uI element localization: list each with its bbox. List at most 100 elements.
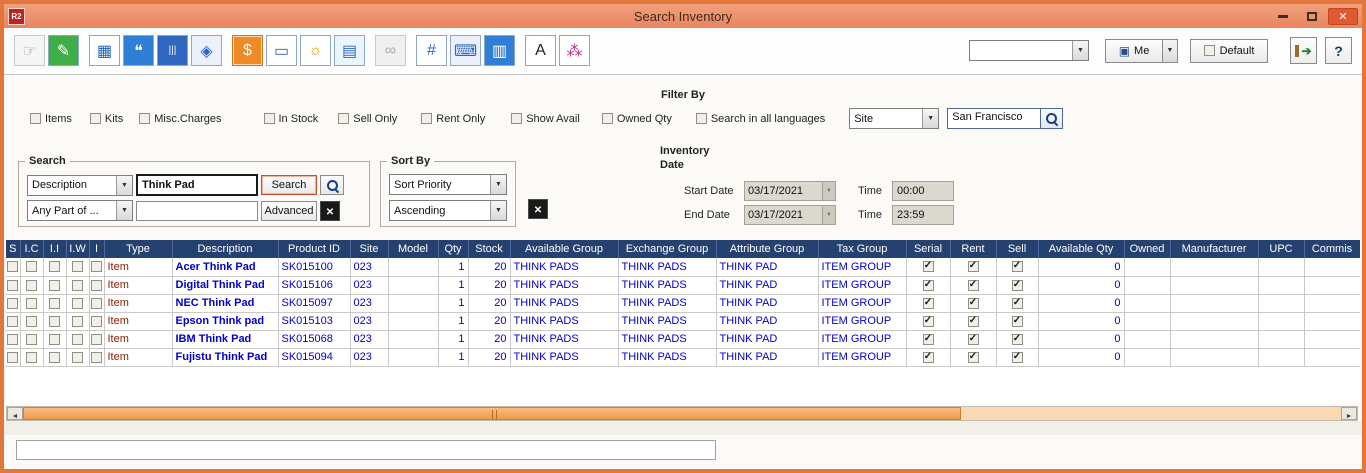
start-time-input[interactable]: 00:00	[892, 181, 954, 201]
chevron-down-icon[interactable]	[116, 201, 132, 220]
cell-commission[interactable]	[1304, 312, 1360, 330]
calendar-dropdown-icon[interactable]	[822, 206, 835, 224]
cell-upc[interactable]	[1258, 258, 1304, 276]
minimize-button[interactable]	[1270, 8, 1296, 25]
cell-manufacturer[interactable]	[1170, 276, 1258, 294]
column-header-ii[interactable]: I.I	[43, 240, 66, 258]
cell-manufacturer[interactable]	[1170, 330, 1258, 348]
column-header-rent[interactable]: Rent	[950, 240, 996, 258]
cell-type[interactable]: Item	[104, 276, 172, 294]
tags-toolbutton[interactable]: ◈	[191, 35, 222, 66]
ii-checkbox[interactable]	[49, 261, 60, 272]
cell-type[interactable]: Item	[104, 258, 172, 276]
cell-owned[interactable]	[1124, 330, 1170, 348]
cell-model[interactable]	[388, 276, 438, 294]
serial-checkbox[interactable]	[923, 334, 934, 345]
maximize-button[interactable]	[1299, 8, 1325, 25]
column-header-i[interactable]: I	[89, 240, 104, 258]
bottom-text-input[interactable]	[16, 440, 716, 460]
cell-qty[interactable]: 1	[438, 294, 468, 312]
i-checkbox[interactable]	[91, 316, 102, 327]
cell-type[interactable]: Item	[104, 294, 172, 312]
sort-priority-combo[interactable]: Sort Priority	[389, 174, 507, 195]
cell-owned[interactable]	[1124, 258, 1170, 276]
filter-checkbox-kits[interactable]: Kits	[90, 113, 123, 125]
filter-checkbox-misc-charges[interactable]: Misc.Charges	[139, 113, 221, 125]
cell-stock[interactable]: 20	[468, 348, 510, 366]
cell-qty[interactable]: 1	[438, 258, 468, 276]
serial-checkbox[interactable]	[923, 316, 934, 327]
cell-product_id[interactable]: SK015068	[278, 330, 350, 348]
scrollbar-thumb[interactable]	[23, 407, 961, 420]
filter-checkbox-items[interactable]: Items	[30, 113, 72, 125]
cell-commission[interactable]	[1304, 294, 1360, 312]
sell-checkbox[interactable]	[1012, 280, 1023, 291]
sort-direction-combo[interactable]: Ascending	[389, 200, 507, 221]
cell-available_group[interactable]: THINK PADS	[510, 312, 618, 330]
cell-exchange_group[interactable]: THINK PADS	[618, 330, 716, 348]
cell-manufacturer[interactable]	[1170, 348, 1258, 366]
ii-checkbox[interactable]	[49, 280, 60, 291]
ic-checkbox[interactable]	[26, 298, 37, 309]
cell-model[interactable]	[388, 348, 438, 366]
cell-stock[interactable]: 20	[468, 276, 510, 294]
cell-product_id[interactable]: SK015100	[278, 258, 350, 276]
column-header-sell[interactable]: Sell	[996, 240, 1038, 258]
cell-qty[interactable]: 1	[438, 276, 468, 294]
cell-tax_group[interactable]: ITEM GROUP	[818, 294, 906, 312]
cell-site[interactable]: 023	[350, 312, 388, 330]
cell-qty[interactable]: 1	[438, 330, 468, 348]
sell-checkbox[interactable]	[1012, 352, 1023, 363]
cell-exchange_group[interactable]: THINK PADS	[618, 276, 716, 294]
cell-commission[interactable]	[1304, 330, 1360, 348]
i-checkbox[interactable]	[91, 352, 102, 363]
column-header-exchange_group[interactable]: Exchange Group	[618, 240, 716, 258]
cell-available_qty[interactable]: 0	[1038, 348, 1124, 366]
cell-site[interactable]: 023	[350, 294, 388, 312]
cell-type[interactable]: Item	[104, 330, 172, 348]
cell-stock[interactable]: 20	[468, 330, 510, 348]
column-header-s[interactable]: S	[6, 240, 20, 258]
cell-attribute_group[interactable]: THINK PAD	[716, 330, 818, 348]
rent-checkbox[interactable]	[968, 334, 979, 345]
cell-tax_group[interactable]: ITEM GROUP	[818, 348, 906, 366]
chevron-down-icon[interactable]	[490, 175, 506, 194]
site-search-input[interactable]: San Francisco	[948, 109, 1040, 128]
i-checkbox[interactable]	[91, 298, 102, 309]
filter-checkbox-show-avail[interactable]: Show Avail	[511, 113, 580, 125]
rent-checkbox[interactable]	[968, 352, 979, 363]
cell-available_qty[interactable]: 0	[1038, 330, 1124, 348]
site-combo[interactable]: Site	[849, 108, 939, 129]
search-button[interactable]: Search	[261, 175, 317, 195]
terminal-toolbutton[interactable]: ⌨	[450, 35, 481, 66]
default-checkbox[interactable]	[1204, 45, 1215, 56]
column-header-iw[interactable]: I.W	[66, 240, 89, 258]
search-clear-button[interactable]	[320, 201, 340, 221]
table-row[interactable]: ItemIBM Think PadSK015068023120THINK PAD…	[6, 330, 1360, 348]
cell-exchange_group[interactable]: THINK PADS	[618, 294, 716, 312]
cell-model[interactable]	[388, 294, 438, 312]
iw-checkbox[interactable]	[72, 298, 83, 309]
table-row[interactable]: ItemAcer Think PadSK015100023120THINK PA…	[6, 258, 1360, 276]
ic-checkbox[interactable]	[26, 352, 37, 363]
serial-checkbox[interactable]	[923, 280, 934, 291]
row-select-checkbox[interactable]	[7, 316, 18, 327]
cell-product_id[interactable]: SK015097	[278, 294, 350, 312]
search-query-input[interactable]: Think Pad	[136, 174, 258, 196]
rent-checkbox[interactable]	[968, 280, 979, 291]
search-query2-input[interactable]	[136, 201, 258, 221]
rent-checkbox[interactable]	[968, 298, 979, 309]
site-search-button[interactable]	[1040, 109, 1062, 128]
cell-product_id[interactable]: SK015106	[278, 276, 350, 294]
cell-model[interactable]	[388, 330, 438, 348]
scrollbar-track[interactable]	[23, 407, 1341, 420]
cell-upc[interactable]	[1258, 348, 1304, 366]
cell-owned[interactable]	[1124, 348, 1170, 366]
column-header-ic[interactable]: I.C	[20, 240, 43, 258]
cell-qty[interactable]: 1	[438, 312, 468, 330]
column-header-product_id[interactable]: Product ID	[278, 240, 350, 258]
column-header-site[interactable]: Site	[350, 240, 388, 258]
ic-checkbox[interactable]	[26, 316, 37, 327]
column-header-description[interactable]: Description	[172, 240, 278, 258]
chevron-down-icon[interactable]	[922, 109, 938, 128]
